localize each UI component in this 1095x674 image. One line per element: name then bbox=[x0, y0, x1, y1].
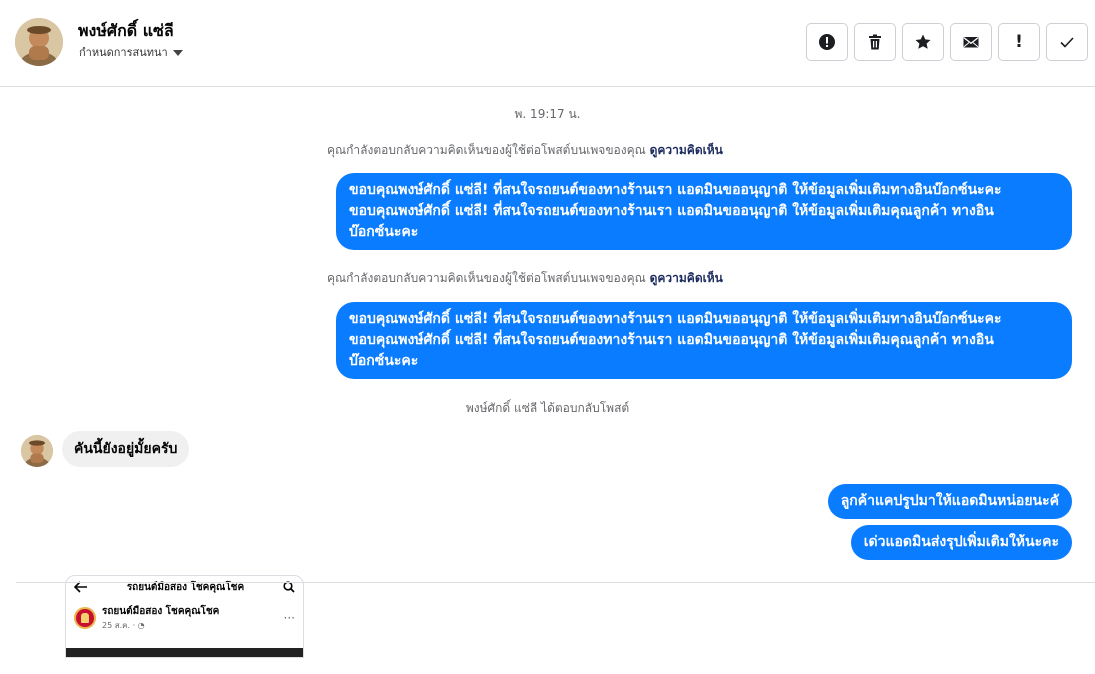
attachment-image-strip bbox=[66, 648, 303, 657]
attachment-page-name: รถยนต์มือสอง โชคคุณโชค bbox=[102, 606, 220, 617]
message-line: ขอบคุณพงษ์ศักดิ์ แซ่ลี! ที่สนใจรถยนต์ของ… bbox=[349, 311, 1002, 327]
conversation-toolbar: ! bbox=[806, 23, 1088, 61]
message-line: ขอบคุณพงษ์ศักดิ์ แซ่ลี! ที่สนใจรถยนต์ของ… bbox=[349, 203, 994, 219]
attachment-header: รถยนต์มือสอง โชคคุณโชค bbox=[66, 576, 303, 598]
message-thread: พ. 19:17 น. คุณกำลังตอบกลับความคิดเห็นขอ… bbox=[0, 88, 1095, 674]
contact-avatar[interactable] bbox=[15, 18, 63, 66]
star-button[interactable] bbox=[902, 23, 944, 61]
contact-name[interactable]: พงษ์ศักดิ์ แซ่ลี bbox=[78, 19, 174, 44]
delete-button[interactable] bbox=[854, 23, 896, 61]
done-button[interactable] bbox=[1046, 23, 1088, 61]
conversation-status-dropdown[interactable]: กำหนดการสนทนา bbox=[79, 43, 183, 61]
important-button[interactable]: ! bbox=[998, 23, 1040, 61]
contact-avatar-small[interactable] bbox=[21, 435, 53, 467]
report-spam-button[interactable] bbox=[806, 23, 848, 61]
reply-context-note: คุณกำลังตอบกลับความคิดเห็นของผู้ใช้ต่อโพ… bbox=[327, 141, 723, 160]
outgoing-message[interactable]: ขอบคุณพงษ์ศักดิ์ แซ่ลี! ที่สนใจรถยนต์ของ… bbox=[336, 302, 1072, 379]
reply-context-note: คุณกำลังตอบกลับความคิดเห็นของผู้ใช้ต่อโพ… bbox=[327, 269, 723, 288]
outgoing-message[interactable]: ขอบคุณพงษ์ศักดิ์ แซ่ลี! ที่สนใจรถยนต์ของ… bbox=[336, 173, 1072, 250]
page-logo bbox=[74, 607, 96, 629]
globe-icon: ◔ bbox=[137, 621, 145, 630]
outgoing-message[interactable]: ลูกค้าแคปรูปมาให้แอดมินหน่อยนะคั bbox=[827, 484, 1072, 519]
incoming-message[interactable]: คันนี้ยังอยู่มั้ยครับ bbox=[62, 431, 190, 467]
outgoing-message[interactable]: เด่วแอดมินส่งรุปเพิ่มเติมให้นะคะ bbox=[850, 525, 1072, 560]
caret-down-icon bbox=[172, 49, 183, 56]
attachment-date: 25 ส.ค. · ◔ bbox=[102, 621, 145, 630]
more-options-icon: ··· bbox=[283, 611, 295, 625]
message-line: บ๊อกซ์นะคะ bbox=[349, 353, 419, 369]
envelope-icon bbox=[963, 37, 979, 48]
view-comment-link[interactable]: ดูความคิดเห็น bbox=[650, 271, 723, 285]
checkmark-icon bbox=[1060, 37, 1074, 48]
attachment-post-info: รถยนต์มือสอง โชคคุณโชค 25 ส.ค. · ◔ ··· bbox=[66, 598, 303, 632]
exclamation-icon: ! bbox=[1015, 32, 1023, 52]
mark-unread-button[interactable] bbox=[950, 23, 992, 61]
message-line: ขอบคุณพงษ์ศักดิ์ แซ่ลี! ที่สนใจรถยนต์ของ… bbox=[349, 182, 1002, 198]
reply-context-text: คุณกำลังตอบกลับความคิดเห็นของผู้ใช้ต่อโพ… bbox=[327, 271, 646, 285]
conversation-status-label: กำหนดการสนทนา bbox=[79, 46, 168, 59]
message-timestamp: พ. 19:17 น. bbox=[514, 107, 581, 121]
message-line: ขอบคุณพงษ์ศักดิ์ แซ่ลี! ที่สนใจรถยนต์ของ… bbox=[349, 332, 994, 348]
exclamation-circle-icon bbox=[819, 34, 835, 50]
star-icon bbox=[915, 34, 931, 49]
trash-icon bbox=[869, 34, 881, 50]
view-comment-link[interactable]: ดูความคิดเห็น bbox=[650, 143, 723, 157]
reply-context-text: คุณกำลังตอบกลับความคิดเห็นของผู้ใช้ต่อโพ… bbox=[327, 143, 646, 157]
conversation-header: พงษ์ศักดิ์ แซ่ลี กำหนดการสนทนา ! bbox=[0, 0, 1095, 87]
shared-post-attachment[interactable]: รถยนต์มือสอง โชคคุณโชค รถยนต์มือสอง โชคค… bbox=[65, 575, 304, 658]
system-note: พงษ์ศักดิ์ แซ่ลี ได้ตอบกลับโพสต์ bbox=[465, 401, 630, 415]
composer-divider bbox=[16, 582, 1095, 583]
message-line: บ๊อกซ์นะคะ bbox=[349, 224, 419, 240]
